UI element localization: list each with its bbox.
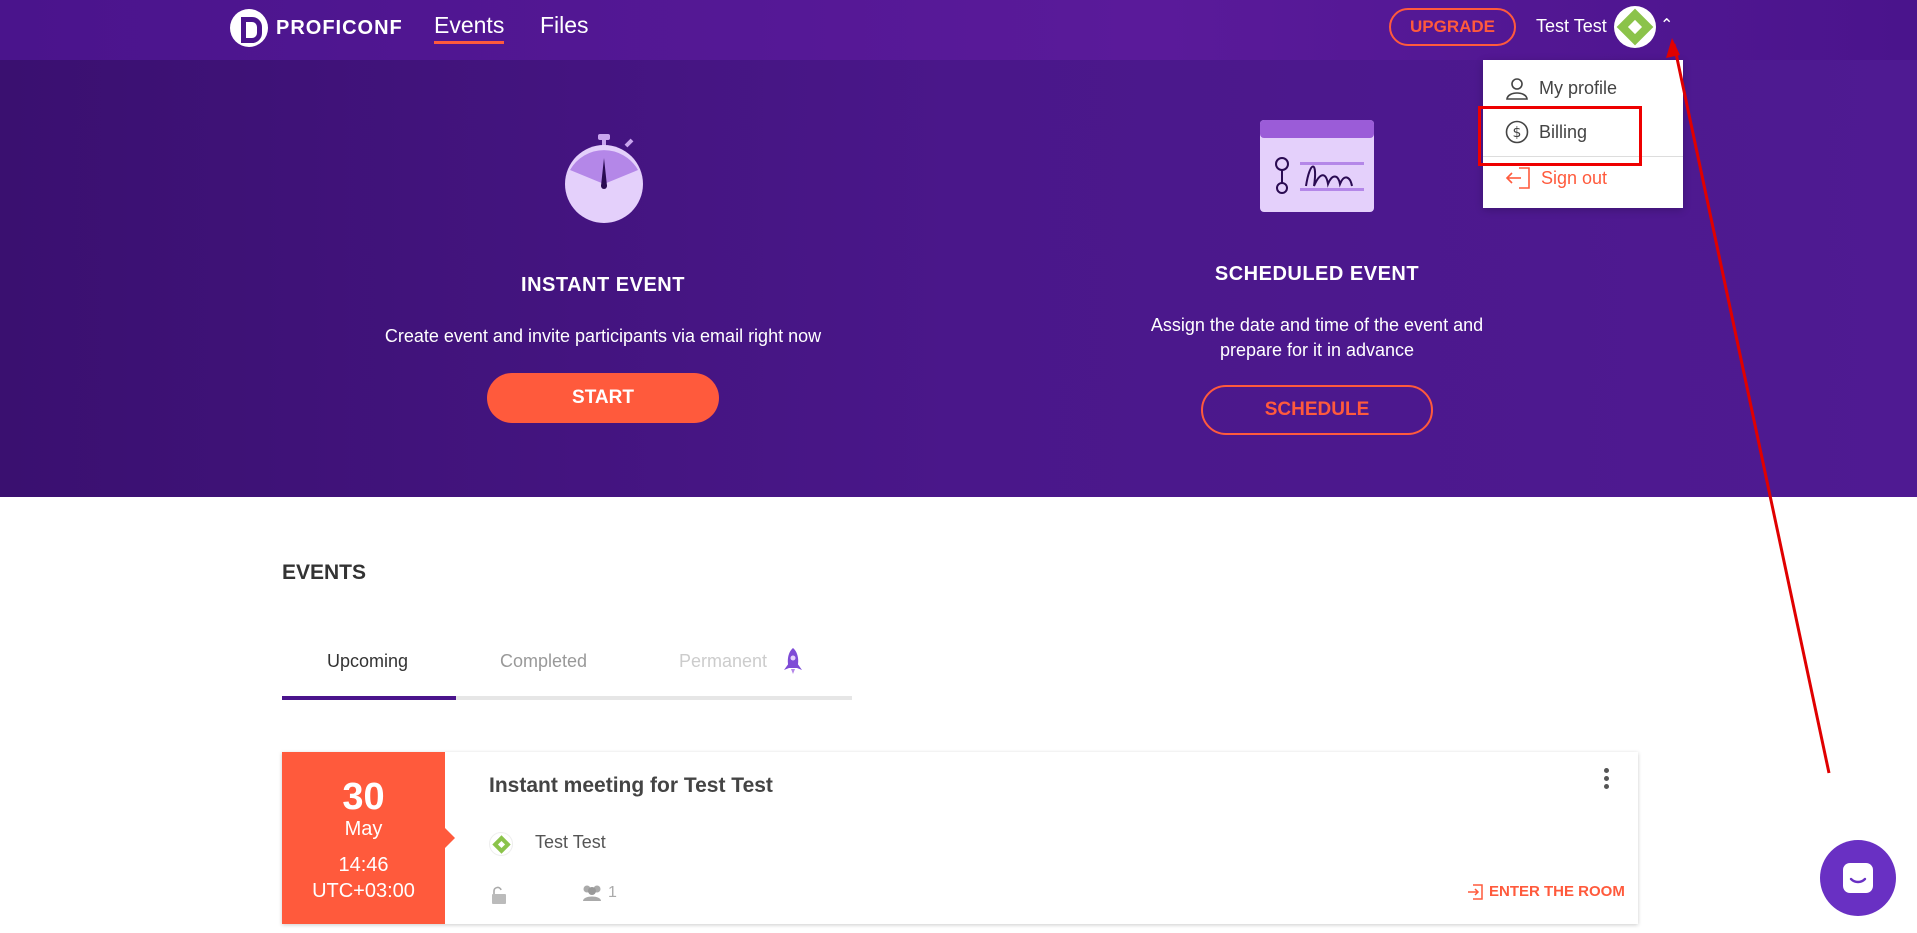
scheduled-event-desc-line2: prepare for it in advance [1219,340,1415,360]
chevron-up-icon[interactable]: ⌃ [1660,15,1673,35]
event-timezone: UTC+03:00 [312,880,415,902]
menu-item-label: My profile [1539,77,1618,98]
event-title[interactable]: Instant meeting for Test Test [489,774,773,798]
event-card[interactable]: 30 May 14:46 UTC+03:00 Instant meeting f… [282,752,1638,924]
participants-number: 1 [608,884,617,901]
participants-count: 1 [580,884,617,902]
unlock-icon [492,886,506,904]
host-name: Test Test [535,832,606,852]
schedule-button[interactable]: SCHEDULE [1201,385,1433,435]
menu-item-label: Sign out [1541,167,1608,188]
event-month: May [344,818,383,840]
scheduled-event-title: SCHEDULED EVENT [1214,263,1420,285]
proficonf-logo[interactable]: PROFICONF [230,9,403,47]
nav-events-link[interactable]: Events [434,12,505,44]
stopwatch-icon [565,134,643,223]
enter-icon [1468,883,1483,900]
user-name[interactable]: Test Test [1536,16,1607,37]
scheduled-event-desc-line1: Assign the date and time of the event an… [1150,315,1484,335]
instant-event-title: INSTANT EVENT [521,274,685,296]
menu-item-my-profile[interactable]: My profile [1505,76,1617,100]
annotation-highlight-box [1478,106,1642,166]
tab-permanent[interactable]: Permanent [679,651,767,672]
nav-files-link[interactable]: Files [540,12,589,39]
enter-room-label: ENTER THE ROOM [1489,883,1625,900]
event-date-block: 30 May 14:46 UTC+03:00 [282,752,455,924]
host-avatar [489,832,513,856]
enter-room-button[interactable]: ENTER THE ROOM [1467,883,1625,900]
more-options-icon[interactable] [1604,768,1609,789]
tab-upcoming[interactable]: Upcoming [327,651,408,672]
start-button[interactable]: START [487,373,719,423]
logo-text: PROFICONF [276,16,403,39]
chat-icon [1843,863,1873,893]
avatar-diamond-icon [1616,8,1654,46]
tab-completed[interactable]: Completed [500,651,587,672]
logo-mark-icon [230,9,268,47]
chat-launcher-button[interactable] [1820,840,1896,916]
tab-active-indicator [282,696,456,700]
events-tabs: Upcoming Completed Permanent [282,645,852,701]
instant-event-desc: Create event and invite participants via… [384,326,822,346]
avatar[interactable] [1614,6,1656,48]
calendar-signature-icon [1260,120,1374,212]
menu-item-sign-out[interactable]: Sign out [1505,166,1607,190]
events-heading: EVENTS [282,561,367,584]
user-icon [1506,78,1528,100]
event-day: 30 [342,776,385,818]
event-time: 14:46 [338,854,389,876]
upgrade-button[interactable]: UPGRADE [1389,8,1516,46]
top-navbar: PROFICONF Events Files UPGRADE Test Test… [0,0,1917,60]
people-icon [583,885,601,901]
sign-out-icon [1505,167,1530,189]
rocket-icon [784,648,802,674]
